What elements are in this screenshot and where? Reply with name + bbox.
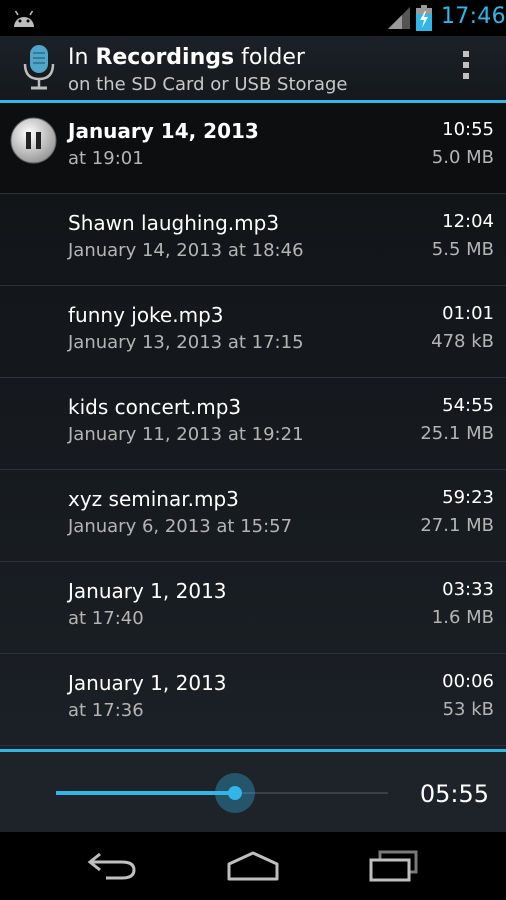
- recording-size: 1.6 MB: [431, 607, 494, 628]
- seek-progress: [56, 791, 236, 795]
- recording-size: 53 kB: [442, 699, 494, 720]
- player-bar: 05:55: [0, 752, 506, 832]
- home-icon[interactable]: [226, 850, 280, 882]
- recording-duration: 03:33: [442, 579, 494, 600]
- folder-subtitle: on the SD Card or USB Storage: [68, 74, 348, 95]
- status-clock: 17:46: [441, 4, 506, 29]
- navigation-bar: [0, 832, 506, 900]
- recording-title: January 14, 2013: [68, 119, 259, 143]
- recording-size: 27.1 MB: [420, 515, 494, 536]
- recording-row[interactable]: xyz seminar.mp3 January 6, 2013 at 15:57…: [0, 471, 506, 562]
- recording-title: funny joke.mp3: [68, 303, 224, 327]
- recording-size: 5.5 MB: [431, 239, 494, 260]
- recording-row[interactable]: January 1, 2013 at 17:36 00:06 53 kB: [0, 655, 506, 746]
- recording-row[interactable]: January 14, 2013 at 19:01 10:55 5.0 MB: [0, 103, 506, 194]
- recording-title: Shawn laughing.mp3: [68, 211, 280, 235]
- overflow-menu-icon[interactable]: [459, 51, 473, 85]
- recording-title: xyz seminar.mp3: [68, 487, 239, 511]
- recording-duration: 54:55: [442, 395, 494, 416]
- recording-row[interactable]: Shawn laughing.mp3 January 14, 2013 at 1…: [0, 195, 506, 286]
- recording-date: at 17:40: [68, 608, 144, 629]
- battery-charging-icon: [416, 5, 432, 31]
- signal-icon: [388, 7, 410, 29]
- recording-row[interactable]: kids concert.mp3 January 11, 2013 at 19:…: [0, 379, 506, 470]
- pause-icon[interactable]: [10, 117, 57, 164]
- recording-duration: 12:04: [442, 211, 494, 232]
- status-bar: 17:46: [0, 0, 506, 36]
- recording-date: at 17:36: [68, 700, 144, 721]
- recording-duration: 01:01: [442, 303, 494, 324]
- recent-apps-icon[interactable]: [368, 850, 420, 882]
- action-bar: In Recordings folder on the SD Card or U…: [0, 36, 506, 100]
- recording-duration: 10:55: [442, 119, 494, 140]
- folder-title: In Recordings folder: [68, 45, 305, 70]
- playback-time: 05:55: [419, 780, 489, 808]
- recording-date: January 14, 2013 at 18:46: [68, 240, 304, 261]
- recording-date: at 19:01: [68, 148, 144, 169]
- recording-duration: 00:06: [442, 671, 494, 692]
- recording-row[interactable]: funny joke.mp3 January 13, 2013 at 17:15…: [0, 287, 506, 378]
- recording-date: January 11, 2013 at 19:21: [68, 424, 304, 445]
- seek-thumb[interactable]: [215, 773, 256, 813]
- recording-title: January 1, 2013: [68, 579, 227, 603]
- recordings-list[interactable]: January 14, 2013 at 19:01 10:55 5.0 MB S…: [0, 103, 506, 749]
- android-icon: [14, 10, 34, 27]
- recording-title: kids concert.mp3: [68, 395, 242, 419]
- recording-date: January 13, 2013 at 17:15: [68, 332, 304, 353]
- recording-date: January 6, 2013 at 15:57: [68, 516, 293, 537]
- recording-row[interactable]: January 1, 2013 at 17:40 03:33 1.6 MB: [0, 563, 506, 654]
- recording-title: January 1, 2013: [68, 671, 227, 695]
- recording-size: 5.0 MB: [431, 147, 494, 168]
- microphone-icon[interactable]: [22, 44, 56, 92]
- recording-duration: 59:23: [442, 487, 494, 508]
- recording-size: 478 kB: [431, 331, 494, 352]
- recording-size: 25.1 MB: [420, 423, 494, 444]
- back-icon[interactable]: [86, 850, 138, 882]
